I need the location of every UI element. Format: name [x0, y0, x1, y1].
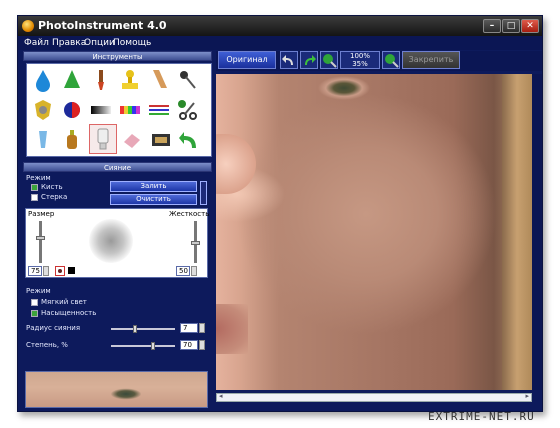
cone-icon[interactable] — [60, 68, 84, 92]
size-label: Размер — [28, 210, 55, 218]
soft-light-checkbox[interactable] — [31, 299, 38, 306]
scroll-right-icon[interactable]: ▸ — [525, 392, 529, 400]
size-spinner[interactable] — [43, 266, 49, 276]
hardness-spinner[interactable] — [191, 266, 197, 276]
color-swatch-outline[interactable] — [55, 266, 65, 276]
zoom-top: 100% — [349, 52, 370, 60]
hair-region — [502, 74, 532, 390]
eye-region — [304, 74, 384, 110]
saturation-label: Насыщенность — [41, 309, 97, 317]
toolbar: Оригинал 100% 35% Закрепить — [216, 51, 542, 71]
horizontal-scrollbar[interactable]: ◂ ▸ — [216, 392, 532, 402]
hardness-slider-thumb[interactable] — [191, 241, 200, 245]
zoom-out-icon[interactable] — [382, 51, 400, 69]
brush-preview-area: Размер Жесткость 75 50 — [25, 208, 210, 278]
color-circle-icon[interactable] — [60, 98, 84, 122]
window-title: PhotoInstrument 4.0 — [38, 19, 167, 32]
pencil-icon[interactable] — [147, 68, 171, 92]
maximize-button[interactable]: □ — [502, 19, 520, 33]
eraser-label: Стерка — [41, 193, 68, 201]
original-button[interactable]: Оригинал — [218, 51, 276, 69]
eraser-icon[interactable] — [120, 128, 144, 152]
gradient-bar-icon[interactable] — [89, 98, 113, 122]
scroll-left-icon[interactable]: ◂ — [219, 392, 223, 400]
photo-canvas[interactable] — [216, 74, 532, 390]
mode2-label: Режим — [26, 287, 51, 295]
glow-tool-icon[interactable] — [89, 124, 117, 154]
degree-value[interactable]: 70 — [180, 340, 198, 350]
radius-slider-track[interactable] — [111, 328, 175, 330]
shield-icon[interactable] — [31, 98, 55, 122]
soft-light-label: Мягкий свет — [41, 298, 87, 306]
lines-icon[interactable] — [147, 98, 171, 122]
tube-icon[interactable] — [31, 128, 55, 152]
menu-options[interactable]: Опции — [84, 38, 115, 48]
nose-region — [216, 134, 256, 194]
brush-preview-circle — [89, 219, 133, 263]
navigator-thumbnail[interactable] — [25, 371, 208, 408]
size-slider-track[interactable] — [39, 221, 42, 263]
tools-panel-title: Инструменты — [23, 51, 212, 61]
radius-value[interactable]: 7 — [180, 323, 198, 333]
zoom-indicator[interactable]: 100% 35% — [340, 51, 380, 69]
degree-slider-thumb[interactable] — [151, 342, 156, 350]
title-bar[interactable]: PhotoInstrument 4.0 – □ ✕ — [18, 16, 542, 36]
bottle-icon[interactable] — [60, 128, 84, 152]
watermark: EXTRIME-NET.RU — [428, 410, 535, 423]
brush-label: Кисть — [41, 183, 63, 191]
glow-panel-title: Сияние — [23, 162, 212, 172]
tools-grid — [26, 63, 212, 157]
app-icon — [22, 20, 34, 32]
close-button[interactable]: ✕ — [521, 19, 539, 33]
menu-edit[interactable]: Правка — [52, 38, 86, 48]
brush-checkbox[interactable] — [31, 184, 38, 191]
zoom-in-icon[interactable] — [320, 51, 338, 69]
radius-label: Радиус сияния — [26, 324, 81, 332]
mode-label: Режим — [26, 174, 51, 182]
menu-file[interactable]: Файл — [24, 38, 49, 48]
saturation-checkbox[interactable] — [31, 310, 38, 317]
undo-arrow-icon[interactable] — [178, 128, 202, 152]
water-drop-icon[interactable] — [31, 68, 55, 92]
vertical-scrollbar[interactable] — [532, 74, 542, 390]
scissors-icon[interactable] — [176, 98, 200, 122]
pin-icon[interactable] — [176, 68, 200, 92]
color-bars-icon[interactable] — [118, 98, 142, 122]
hardness-label: Жесткость — [169, 210, 210, 218]
undo-icon[interactable] — [280, 51, 298, 69]
stamp-icon[interactable] — [118, 68, 142, 92]
brush-icon[interactable] — [89, 68, 113, 92]
hardness-value[interactable]: 50 — [176, 266, 190, 276]
radius-spinner[interactable] — [199, 323, 205, 333]
menu-bar: Файл Правка Опции Помощь — [18, 36, 542, 50]
clear-button[interactable]: Очистить — [110, 194, 197, 205]
app-window: PhotoInstrument 4.0 – □ ✕ Файл Правка Оп… — [17, 15, 543, 412]
size-value[interactable]: 75 — [28, 266, 42, 276]
left-panel: Инструменты Сияние Режим Кисть Стерка За… — [21, 51, 214, 408]
color-swatch-black[interactable] — [68, 267, 75, 274]
radius-slider-thumb[interactable] — [133, 325, 138, 333]
degree-spinner[interactable] — [199, 340, 205, 350]
size-slider-thumb[interactable] — [36, 236, 45, 240]
pin-button[interactable]: Закрепить — [402, 51, 460, 69]
zoom-bottom: 35% — [352, 60, 368, 68]
degree-label: Степень, % — [26, 341, 68, 349]
redo-icon[interactable] — [300, 51, 318, 69]
eraser-checkbox[interactable] — [31, 194, 38, 201]
film-icon[interactable] — [149, 128, 173, 152]
side-scroll[interactable] — [200, 181, 207, 205]
minimize-button[interactable]: – — [483, 19, 501, 33]
fill-button[interactable]: Залить — [110, 181, 197, 192]
menu-help[interactable]: Помощь — [113, 38, 151, 48]
lips-region — [216, 304, 248, 354]
degree-slider-track[interactable] — [111, 345, 175, 347]
